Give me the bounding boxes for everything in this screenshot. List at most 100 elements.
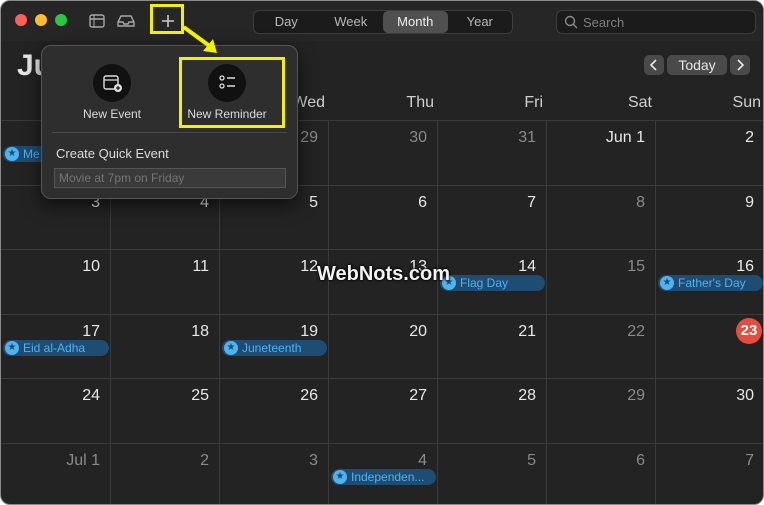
prev-month-button[interactable] (644, 55, 664, 75)
chevron-right-icon (737, 59, 745, 71)
day-number: 8 (636, 193, 645, 211)
search-input[interactable]: Search (556, 10, 756, 34)
tab-year[interactable]: Year (448, 11, 513, 33)
tab-week[interactable]: Week (319, 11, 384, 33)
calendar-event[interactable]: ★ Juneteenth (222, 339, 327, 356)
day-cell[interactable]: 30 (656, 378, 763, 443)
next-month-button[interactable] (730, 55, 750, 75)
tab-month[interactable]: Month (383, 11, 448, 33)
quick-event-input[interactable] (54, 168, 286, 188)
day-number: 30 (736, 387, 754, 404)
day-cell[interactable]: 3 (220, 442, 329, 504)
day-cell[interactable]: 29 (547, 378, 656, 443)
calendar-list-icon[interactable] (86, 10, 108, 32)
today-button[interactable]: Today (667, 55, 727, 75)
day-cell[interactable]: 28 (438, 378, 547, 443)
day-number: 21 (518, 322, 536, 340)
day-cell[interactable]: Jul 1 (1, 442, 111, 504)
day-number: 2 (745, 129, 754, 146)
holiday-star-icon: ★ (5, 340, 19, 355)
day-cell[interactable]: 11 (111, 249, 220, 314)
weekday-6: Sun (732, 94, 761, 111)
day-cell[interactable]: 24 (1, 378, 111, 443)
day-cell[interactable]: 9 (656, 184, 763, 250)
day-cell[interactable]: 21 (438, 313, 547, 378)
day-cell[interactable]: 7 (438, 184, 547, 249)
day-number: 30 (409, 129, 427, 146)
day-cell[interactable]: 8 (547, 184, 656, 249)
holiday-star-icon: ★ (224, 340, 238, 355)
day-cell[interactable]: 2 (111, 442, 220, 504)
day-cell[interactable]: 27 (329, 378, 438, 443)
day-number: 28 (518, 387, 536, 404)
day-cell[interactable]: 7 (656, 442, 763, 505)
day-number: 31 (518, 129, 536, 146)
day-cell[interactable]: 25 (111, 378, 220, 443)
day-number: 24 (82, 387, 100, 404)
day-number: 7 (745, 451, 754, 469)
event-label: Father's Day (678, 276, 746, 290)
day-number: 9 (745, 193, 754, 211)
day-cell[interactable]: 18 (111, 313, 220, 378)
day-number: 6 (418, 193, 427, 211)
day-number: 20 (409, 322, 427, 340)
calendar-event[interactable]: ★ Father's Day (658, 275, 763, 291)
day-number: 16 (736, 258, 754, 275)
highlight-reminder-box (179, 57, 285, 128)
event-label: Independen... (351, 469, 425, 484)
event-label: Flag Day (460, 276, 509, 290)
view-switcher: Day Week Month Year (253, 10, 513, 34)
day-cell[interactable]: 2 (656, 120, 763, 185)
toolbar: Day Week Month Year Search (1, 1, 763, 41)
day-number: 2 (200, 451, 209, 469)
quick-event-title: Create Quick Event (56, 146, 169, 161)
new-event-button[interactable] (93, 64, 131, 102)
day-cell[interactable]: 31 (438, 120, 547, 185)
day-cell[interactable]: 30 (329, 120, 438, 185)
watermark: WebNots.com (317, 263, 450, 285)
day-cell[interactable]: Jun 1 (547, 120, 656, 185)
day-number: 10 (82, 258, 100, 275)
new-event-icon (103, 75, 122, 92)
day-cell[interactable]: 23 (656, 313, 763, 379)
weekday-5: Sat (627, 94, 652, 111)
day-cell[interactable]: 15 (547, 249, 656, 314)
search-placeholder: Search (583, 15, 625, 30)
day-number: 12 (300, 258, 318, 275)
today-date-badge: 23 (736, 317, 762, 344)
event-label: Eid al-Adha (23, 340, 86, 355)
event-label: Me (23, 147, 40, 161)
day-number: Jul 1 (66, 451, 100, 469)
inbox-icon[interactable] (115, 10, 137, 32)
day-cell[interactable]: 6 (329, 184, 438, 249)
day-cell[interactable]: 22 (547, 313, 656, 378)
event-label: Juneteenth (242, 340, 302, 355)
day-number: 4 (418, 451, 427, 469)
day-number: 15 (627, 258, 645, 275)
calendar-event[interactable]: ★ Eid al-Adha (3, 339, 109, 356)
day-number: 14 (518, 258, 536, 275)
holiday-star-icon: ★ (333, 469, 347, 484)
day-cell[interactable]: 26 (220, 378, 329, 443)
holiday-star-icon: ★ (660, 276, 674, 290)
day-number: 25 (191, 387, 209, 404)
new-event-label: New Event (82, 107, 142, 121)
day-number: 17 (82, 322, 100, 340)
day-number: 11 (192, 258, 209, 275)
day-cell[interactable]: 20 (329, 313, 438, 378)
tab-day[interactable]: Day (254, 11, 319, 33)
day-number: 18 (191, 322, 209, 340)
close-button[interactable] (15, 14, 27, 26)
zoom-button[interactable] (55, 14, 67, 26)
day-cell[interactable]: 5 (438, 442, 547, 504)
day-cell[interactable]: 12 (220, 249, 329, 314)
calendar-event[interactable]: ★ Flag Day (440, 275, 545, 291)
calendar-event[interactable]: ★ Independen... (331, 468, 436, 485)
annotation-arrow-icon (183, 26, 217, 53)
minimize-button[interactable] (35, 14, 47, 26)
day-number: 29 (627, 387, 645, 404)
day-number: Jun 1 (605, 129, 645, 146)
day-number: 5 (309, 193, 318, 211)
day-cell[interactable]: 10 (1, 249, 111, 314)
day-cell[interactable]: 6 (547, 442, 656, 504)
